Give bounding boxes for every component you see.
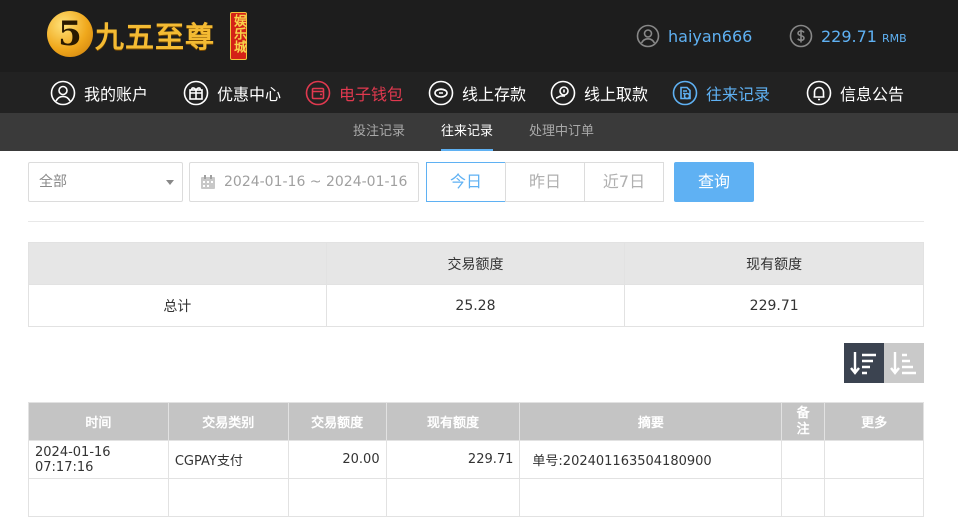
sub-nav: 投注记录 往来记录 处理中订单 <box>0 113 958 151</box>
calendar-icon <box>201 175 215 189</box>
cell-time: 2024-01-16 07:17:16 <box>28 440 169 479</box>
divider <box>28 221 924 222</box>
nav-online-withdraw[interactable]: 线上取款 <box>550 72 648 113</box>
summary-amount: 25.28 <box>325 284 626 327</box>
col-time[interactable]: 时间 <box>28 402 169 441</box>
col-balance[interactable]: 现有额度 <box>385 402 521 441</box>
deposit-icon <box>428 80 454 105</box>
col-type[interactable]: 交易类别 <box>167 402 289 441</box>
bell-icon <box>806 80 832 105</box>
brand-logo[interactable]: 5 九五至尊 娱乐城 <box>47 8 257 62</box>
summary-balance: 229.71 <box>624 284 924 327</box>
summary-header-row: 交易额度 现有额度 <box>28 242 924 285</box>
cell-amount: 20.00 <box>287 440 387 479</box>
wallet-icon <box>305 80 331 105</box>
table-row <box>28 478 924 517</box>
sort-asc-button[interactable] <box>884 343 924 383</box>
user-balance: 229.71 RMB <box>789 22 907 50</box>
summary-table: 交易额度 现有额度 总计 25.28 229.71 <box>28 242 924 327</box>
header: 5 九五至尊 娱乐城 haiyan666 229.71 RMB <box>0 0 958 72</box>
gift-icon <box>183 80 209 105</box>
cell-type: CGPAY支付 <box>167 440 289 479</box>
sort-asc-icon <box>890 352 916 375</box>
sort-desc-icon <box>850 352 876 375</box>
date-range-input[interactable]: 2024-01-16 ~ 2024-01-16 <box>189 162 419 202</box>
nav-promotions[interactable]: 优惠中心 <box>183 72 281 113</box>
nav-announcements[interactable]: 信息公告 <box>806 72 904 113</box>
nav-online-deposit[interactable]: 线上存款 <box>428 72 526 113</box>
date-range-value: 2024-01-16 ~ 2024-01-16 <box>224 174 408 190</box>
summary-row: 总计 25.28 229.71 <box>28 284 924 327</box>
dollar-icon <box>789 24 813 48</box>
range-7days-button[interactable]: 近7日 <box>584 162 664 202</box>
nav-e-wallet[interactable]: 电子钱包 <box>305 72 403 113</box>
main-nav: 我的账户 优惠中心 电子钱包 线上存款 线上取款 往来记录 信息公告 <box>0 72 958 113</box>
col-amount[interactable]: 交易额度 <box>287 402 387 441</box>
username: haiyan666 <box>668 26 753 46</box>
col-note[interactable]: 备注 <box>781 402 826 441</box>
tab-pending-orders[interactable]: 处理中订单 <box>529 113 594 151</box>
user-icon <box>636 24 660 48</box>
nav-my-account[interactable]: 我的账户 <box>50 72 148 113</box>
table-row[interactable]: 2024-01-16 07:17:16 CGPAY支付 20.00 229.71… <box>28 440 924 479</box>
col-more[interactable]: 更多 <box>824 402 924 441</box>
cell-note <box>781 440 826 479</box>
range-today-button[interactable]: 今日 <box>426 162 506 202</box>
user-icon <box>50 80 76 105</box>
brand-badge: 娱乐城 <box>230 12 247 60</box>
summary-header-amount: 交易额度 <box>325 242 626 285</box>
sort-desc-button[interactable] <box>844 343 884 383</box>
user-account[interactable]: haiyan666 <box>636 22 752 50</box>
col-summary[interactable]: 摘要 <box>519 402 783 441</box>
records-table: 时间 交易类别 交易额度 现有额度 摘要 备注 更多 2024-01-16 07… <box>28 402 924 517</box>
nav-transaction-records[interactable]: 往来记录 <box>672 72 770 113</box>
records-icon <box>672 80 698 105</box>
type-select-value: 全部 <box>39 174 67 190</box>
balance-value: 229.71 <box>821 26 877 46</box>
caret-down-icon <box>166 180 174 185</box>
cell-balance: 229.71 <box>385 440 521 479</box>
cell-more[interactable] <box>824 440 924 479</box>
logo-five-icon: 5 <box>47 11 93 57</box>
withdraw-icon <box>550 80 576 105</box>
records-header-row: 时间 交易类别 交易额度 现有额度 摘要 备注 更多 <box>28 402 924 441</box>
range-yesterday-button[interactable]: 昨日 <box>505 162 585 202</box>
summary-header-empty <box>28 242 327 285</box>
balance-unit: RMB <box>881 31 907 45</box>
brand-name: 九五至尊 <box>95 20 216 54</box>
tab-transaction-records[interactable]: 往来记录 <box>441 113 494 151</box>
type-select[interactable]: 全部 <box>28 162 183 202</box>
summary-label: 总计 <box>28 284 327 327</box>
tab-bet-records[interactable]: 投注记录 <box>353 113 405 151</box>
cell-summary: 单号:2024011635041809​00 <box>519 440 783 479</box>
query-button[interactable]: 查询 <box>674 162 754 202</box>
summary-header-balance: 现有额度 <box>624 242 924 285</box>
